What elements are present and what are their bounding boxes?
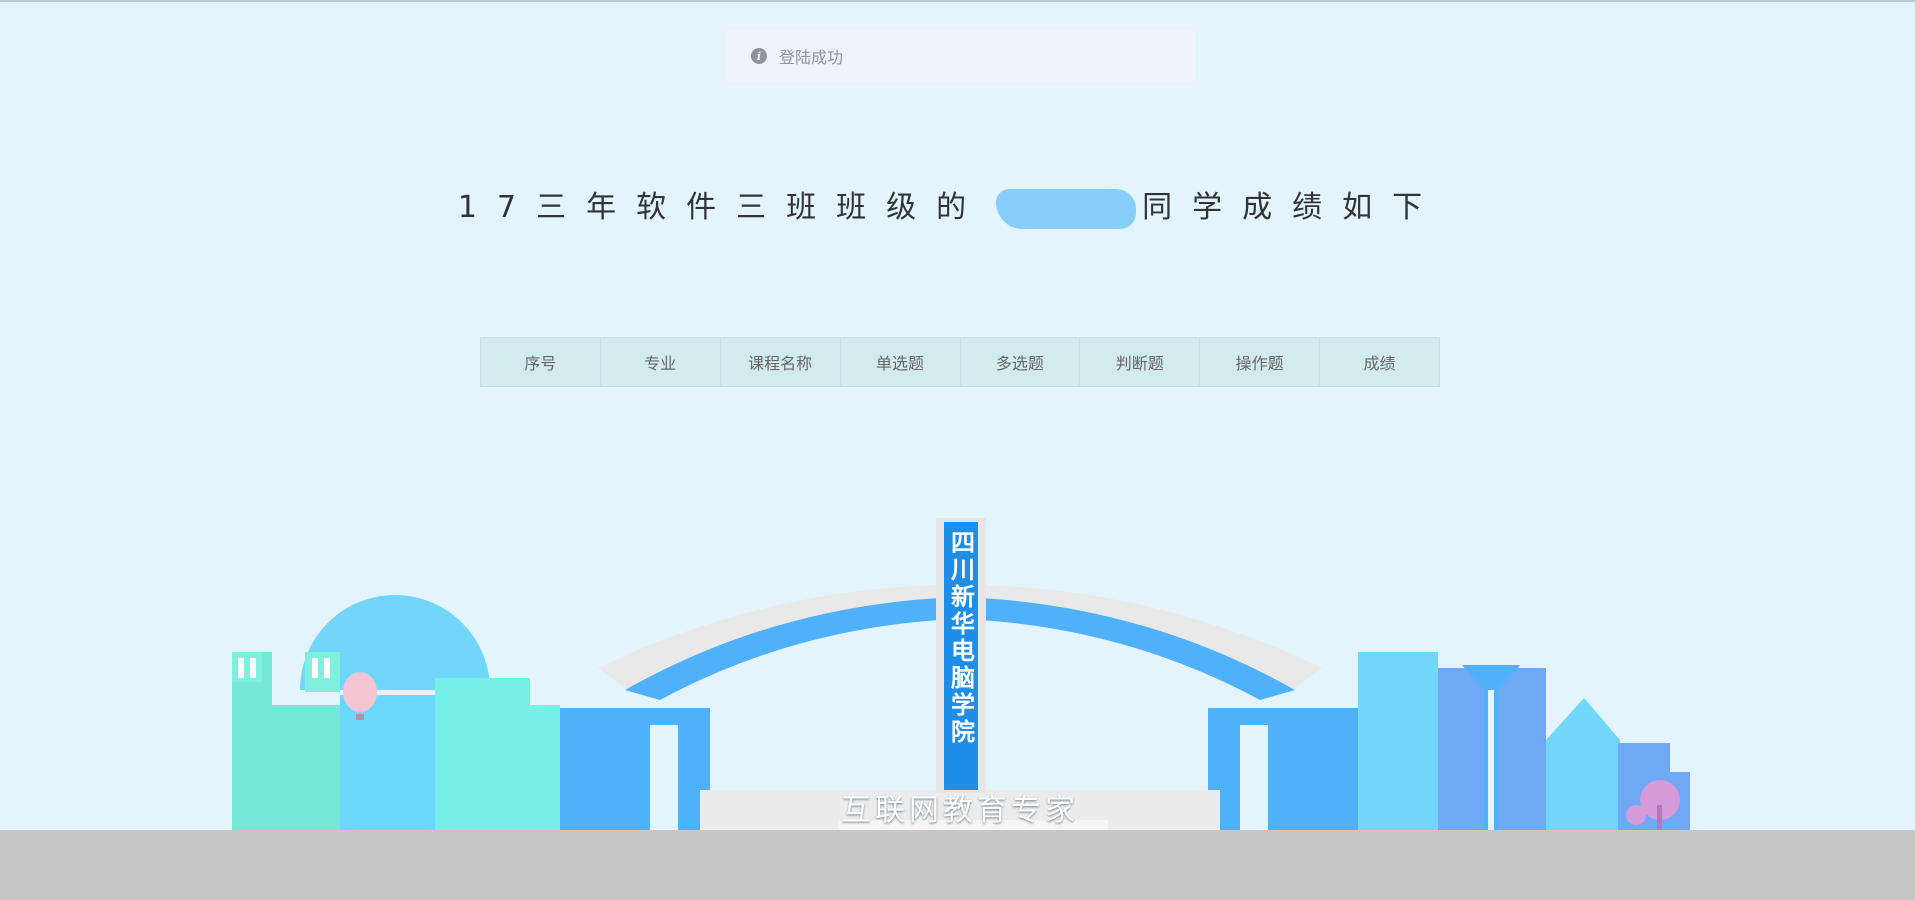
green-building	[435, 678, 530, 830]
success-toast: i 登陆成功	[724, 28, 1197, 84]
right-building-1	[1358, 652, 1438, 830]
column-header-single-choice: 单选题	[839, 337, 961, 387]
gate-sign-text: 四川新华电脑学院	[951, 529, 975, 746]
title-suffix: 同学成绩如下	[1142, 190, 1443, 225]
grades-table: 序号 专业 课程名称 单选题 多选题 判断题 操作题 成绩	[480, 337, 1440, 387]
column-header-true-false: 判断题	[1079, 337, 1201, 387]
toast-message: 登陆成功	[779, 48, 844, 67]
column-header-course: 课程名称	[719, 337, 841, 387]
column-header-index: 序号	[480, 337, 601, 387]
page: i 登陆成功 17三年软件三班班级的 同学成绩如下 序号 专业 课程名称 单选题 …	[0, 0, 1915, 900]
column-header-major: 专业	[599, 337, 721, 387]
ground-bar	[0, 830, 1915, 900]
left-building	[265, 705, 345, 830]
redacted-student-name	[996, 188, 1137, 229]
table-header-row: 序号 专业 课程名称 单选题 多选题 判断题 操作题 成绩	[480, 337, 1440, 387]
page-title: 17三年软件三班班级的 同学成绩如下	[420, 180, 1480, 236]
column-header-multiple-choice: 多选题	[959, 337, 1081, 387]
center-left-building	[340, 695, 435, 830]
right-house	[1546, 698, 1620, 830]
info-icon: i	[751, 48, 767, 64]
top-border	[0, 0, 1915, 2]
slogan: 互联网教育专家	[841, 793, 1079, 828]
title-prefix: 17三年软件三班班级的	[457, 190, 987, 225]
hot-air-balloon	[343, 672, 377, 712]
column-header-score: 成绩	[1319, 337, 1440, 387]
column-header-practical: 操作题	[1199, 337, 1321, 387]
